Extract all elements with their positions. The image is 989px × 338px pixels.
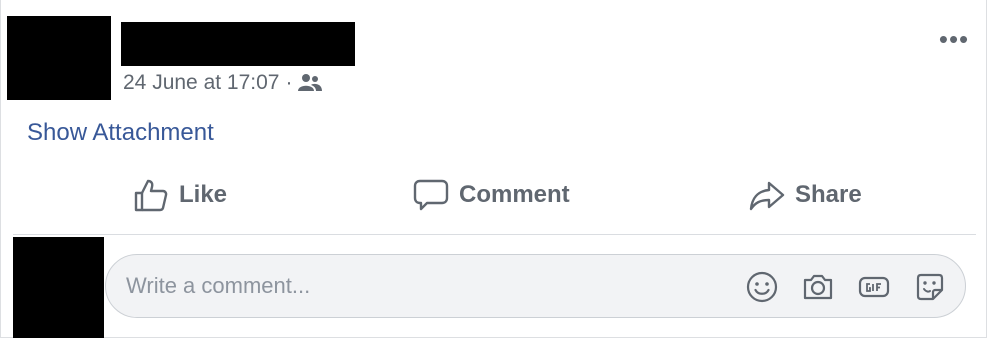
comment-input[interactable] <box>126 255 686 317</box>
show-attachment-link[interactable]: Show Attachment <box>27 119 214 147</box>
like-button[interactable]: Like <box>133 172 227 218</box>
author-name-redacted[interactable] <box>121 22 355 66</box>
like-label: Like <box>179 181 228 208</box>
speech-bubble-icon <box>413 179 449 211</box>
post-meta: 24 June at 17:07 · <box>123 71 323 95</box>
actions-divider <box>13 234 976 235</box>
meta-separator: · <box>285 71 293 94</box>
ellipsis-icon: ••• <box>938 24 970 54</box>
camera-icon[interactable] <box>800 269 836 305</box>
post-actions-bar: Like Comment Share <box>1 172 988 218</box>
thumbs-up-icon <box>134 179 168 212</box>
post-timestamp[interactable]: 24 June at 17:07 <box>123 71 279 95</box>
emoji-icon[interactable] <box>744 269 780 305</box>
post-options-button[interactable]: ••• <box>931 24 977 54</box>
author-avatar-redacted[interactable] <box>7 16 111 100</box>
share-arrow-icon <box>749 181 785 211</box>
comment-button[interactable]: Comment <box>413 172 570 218</box>
comment-composer <box>105 254 966 318</box>
share-label: Share <box>795 181 862 208</box>
gif-icon[interactable] <box>856 269 892 305</box>
friends-icon[interactable] <box>298 73 323 93</box>
commenter-avatar-redacted[interactable] <box>13 237 104 338</box>
sticker-icon[interactable] <box>912 269 948 305</box>
share-button[interactable]: Share <box>749 172 862 218</box>
comment-label: Comment <box>459 181 570 208</box>
post-card: 24 June at 17:07 · ••• Show Attachment L… <box>0 0 987 338</box>
